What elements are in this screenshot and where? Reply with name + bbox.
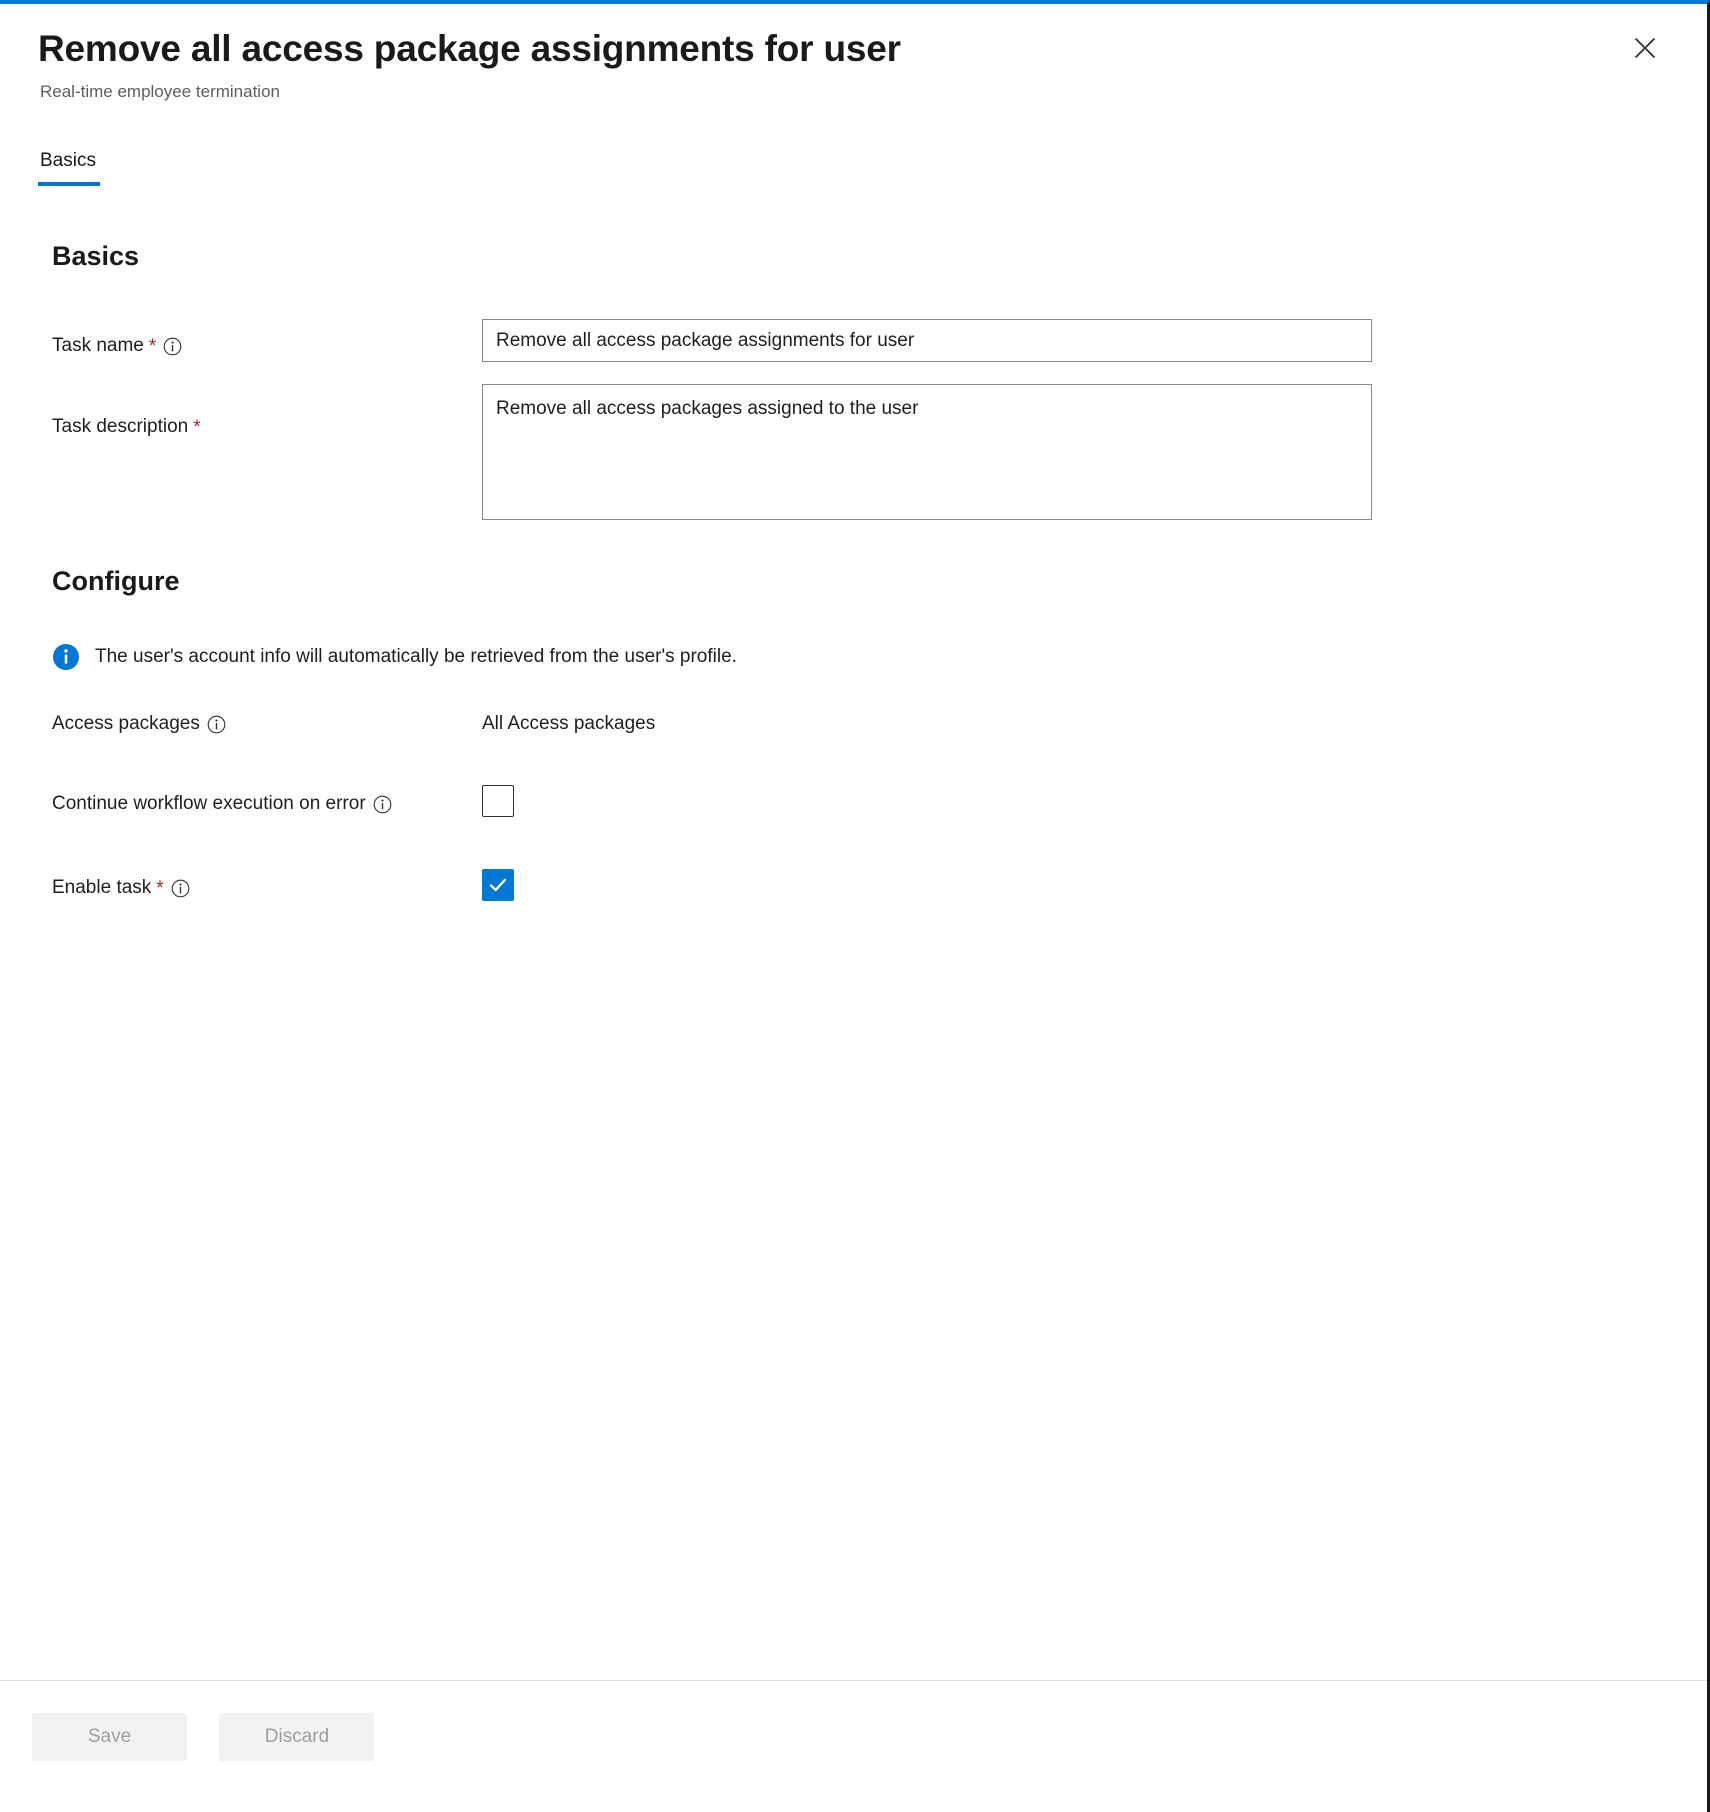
close-icon [1632,35,1658,61]
enable-task-label: Enable task * [52,869,482,901]
info-filled-icon [52,643,80,671]
enable-task-checkbox[interactable] [482,869,514,901]
info-message: The user's account info will automatical… [52,643,1669,671]
page-title: Remove all access package assignments fo… [38,28,901,69]
access-packages-label-text: Access packages [52,713,200,734]
required-marker: * [148,335,157,357]
tab-strip: Basics [0,148,1707,186]
access-packages-control: All Access packages [482,709,1669,737]
access-packages-label: Access packages [52,709,482,737]
task-description-label: Task description * [52,384,482,440]
save-button[interactable]: Save [32,1713,187,1761]
section-heading-basics: Basics [52,241,140,271]
continue-on-error-label-text: Continue workflow execution on error [52,793,366,814]
section-heading-configure: Configure [52,566,180,596]
task-name-label: Task name * [52,319,482,359]
task-description-control: Remove all access packages assigned to t… [482,384,1669,525]
info-icon[interactable] [207,715,226,734]
task-name-input[interactable] [482,319,1372,362]
close-button[interactable] [1623,26,1667,70]
info-message-text: The user's account info will automatical… [95,646,737,667]
task-description-textarea[interactable]: Remove all access packages assigned to t… [482,384,1372,520]
continue-on-error-checkbox[interactable] [482,785,514,817]
tab-basics[interactable]: Basics [38,148,100,186]
page-subtitle: Real-time employee termination [40,82,280,101]
enable-task-label-text: Enable task [52,877,152,898]
field-row-access-packages: Access packages All Access packages [52,709,1669,737]
field-row-task-name: Task name * [52,319,1669,362]
blade-header: Remove all access package assignments fo… [0,4,1707,104]
info-icon[interactable] [163,337,182,356]
discard-button[interactable]: Discard [219,1713,375,1761]
access-packages-value: All Access packages [482,713,656,734]
task-name-control [482,319,1669,362]
blade-footer: Save Discard [0,1680,1707,1812]
info-icon[interactable] [171,879,190,898]
task-description-label-text: Task description [52,416,189,437]
continue-on-error-control [482,785,1669,817]
task-name-label-text: Task name [52,335,144,356]
field-row-task-description: Task description * Remove all access pac… [52,384,1669,525]
required-marker: * [156,877,164,899]
blade-body: Basics Task name * Task de [0,186,1707,1680]
field-row-continue-on-error: Continue workflow execution on error [52,785,1669,817]
required-marker: * [193,416,201,438]
enable-task-control [482,869,1669,901]
info-icon[interactable] [373,795,392,814]
field-row-enable-task: Enable task * [52,869,1669,901]
continue-on-error-label: Continue workflow execution on error [52,785,482,817]
task-details-blade: Remove all access package assignments fo… [0,0,1710,1812]
